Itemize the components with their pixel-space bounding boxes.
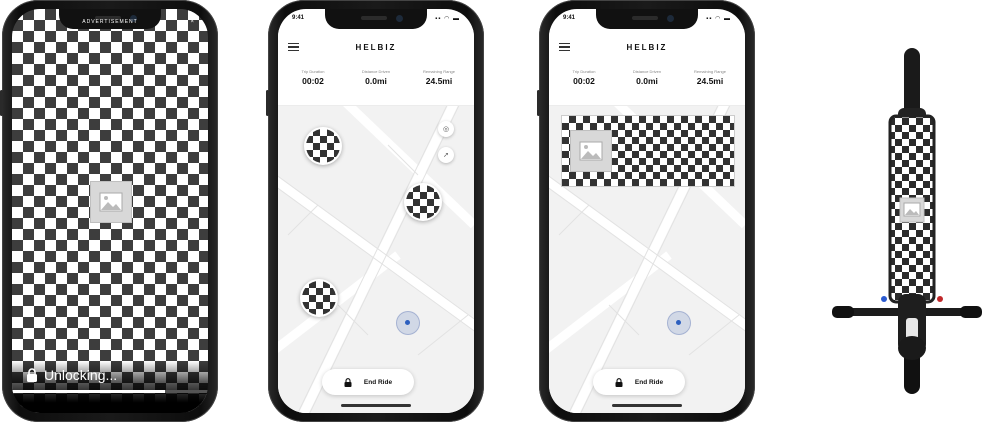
brand-title: HELBIZ	[355, 43, 397, 52]
current-location-marker	[396, 311, 420, 335]
navigate-icon[interactable]: ➚	[438, 147, 454, 163]
brand-title: HELBIZ	[626, 43, 668, 52]
lock-icon	[615, 377, 623, 387]
ad-label: ADVERTISEMENT	[82, 19, 138, 25]
volume-button	[537, 90, 540, 116]
home-indicator	[612, 404, 682, 407]
phone-unlocking: ADVERTISEMENT × Unlocking...	[0, 0, 218, 422]
stat-remaining-range: Remaining Range 24.5mi	[693, 69, 726, 86]
scooter-pin[interactable]	[404, 183, 442, 221]
stat-remaining-range: Remaining Range 24.5mi	[422, 69, 455, 86]
phone-ride-banner: 9:41 ▪▪ ◠ ▬ HELBIZ Trip Duration 00:02 Di…	[537, 0, 755, 422]
image-placeholder-icon	[570, 130, 612, 172]
trip-stats: Trip Duration 00:02 Distance Driven 0.0mi …	[282, 69, 470, 86]
status-bar: 9:41 ▪▪ ◠ ▬	[278, 14, 474, 26]
unlock-status: Unlocking...	[26, 367, 117, 383]
app-header: HELBIZ Trip Duration 00:02 Distance Drive…	[278, 29, 474, 106]
unlock-progress-fill	[12, 390, 165, 393]
status-time: 9:41	[563, 15, 576, 21]
map-view[interactable]: ◎ ➚	[278, 105, 474, 413]
status-time: 9:41	[292, 15, 305, 21]
end-ride-button[interactable]: End Ride	[593, 369, 685, 395]
stat-distance-driven: Distance Driven 0.0mi	[632, 69, 662, 86]
ad-screen[interactable]: ADVERTISEMENT × Unlocking...	[12, 9, 208, 413]
locate-icon[interactable]: ◎	[438, 121, 454, 137]
scooter-pin[interactable]	[304, 127, 342, 165]
status-icons: ▪▪ ◠ ▬	[706, 16, 731, 22]
end-ride-button[interactable]: End Ride	[322, 369, 414, 395]
current-location-marker	[667, 311, 691, 335]
scooter-top-view	[832, 48, 982, 408]
end-ride-label: End Ride	[634, 378, 664, 386]
volume-button	[0, 90, 3, 116]
ride-screen: 9:41 ▪▪ ◠ ▬ HELBIZ Trip Duration 00:02 Di…	[549, 9, 745, 413]
close-icon[interactable]: ×	[190, 19, 194, 25]
app-header: HELBIZ Trip Duration 00:02 Distance Drive…	[549, 29, 745, 106]
ride-screen: 9:41 ▪▪ ◠ ▬ HELBIZ Trip Duration 00:02 Di…	[278, 9, 474, 413]
stat-distance-driven: Distance Driven 0.0mi	[361, 69, 391, 86]
lock-icon	[344, 377, 352, 387]
end-ride-label: End Ride	[363, 378, 393, 386]
volume-button	[266, 90, 269, 116]
ad-banner[interactable]	[561, 115, 735, 187]
image-placeholder-icon	[90, 181, 132, 223]
home-indicator	[341, 404, 411, 407]
status-icons: ▪▪ ◠ ▬	[435, 16, 460, 22]
unlock-progress-bar	[12, 390, 208, 393]
scooter-pin[interactable]	[300, 279, 338, 317]
trip-stats: Trip Duration 00:02 Distance Driven 0.0mi …	[553, 69, 741, 86]
phone-ride-map: 9:41 ▪▪ ◠ ▬ HELBIZ Trip Duration 00:02 Di…	[266, 0, 484, 422]
unlocking-label: Unlocking...	[44, 367, 118, 383]
lock-icon	[27, 368, 37, 382]
stat-trip-duration: Trip Duration 00:02	[572, 69, 596, 86]
stat-trip-duration: Trip Duration 00:02	[301, 69, 325, 86]
scooter-illustration	[832, 48, 982, 394]
status-bar: 9:41 ▪▪ ◠ ▬	[549, 14, 745, 26]
